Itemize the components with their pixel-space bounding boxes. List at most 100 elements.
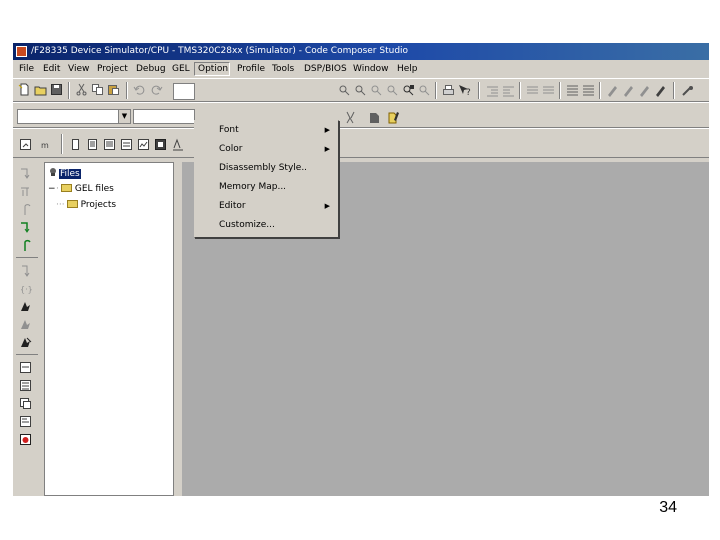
probe-point-icon[interactable] [638, 84, 651, 97]
copy-icon[interactable] [91, 83, 104, 96]
save-icon[interactable] [50, 83, 63, 96]
tree-connector: ··· [56, 200, 65, 210]
toolbar-separator [559, 82, 561, 99]
bookmark-next-icon[interactable] [418, 84, 431, 97]
project-combobox[interactable]: ▼ [17, 109, 131, 124]
menu-gel[interactable]: GEL [169, 62, 193, 76]
toolbar-separator [519, 82, 521, 99]
find-prev-icon[interactable] [370, 84, 383, 97]
uncomment-icon[interactable] [542, 84, 555, 97]
tree-item-projects[interactable]: ··· Projects [56, 199, 116, 211]
slide-page-number: 34 [659, 499, 677, 516]
undo-icon[interactable] [133, 83, 146, 96]
menu-edit[interactable]: Edit [40, 62, 63, 76]
profiler-icon[interactable] [171, 138, 184, 151]
chevron-down-icon[interactable]: ▼ [118, 110, 130, 123]
menu-view[interactable]: View [65, 62, 92, 76]
svg-text:m: m [41, 141, 49, 150]
project-root-icon [48, 167, 58, 177]
step-out-icon[interactable] [19, 203, 32, 216]
menu-project[interactable]: Project [94, 62, 131, 76]
comment-icon[interactable] [526, 84, 539, 97]
menu-item-editor[interactable]: Editor ▶ [195, 197, 338, 216]
project-toolbar: ▼ [13, 102, 709, 128]
window-title: /F28335 Device Simulator/CPU - TMS320C28… [31, 46, 409, 56]
rebuild-icon[interactable] [368, 111, 381, 124]
tree-item-files[interactable]: Files [48, 167, 81, 179]
find-icon[interactable] [338, 84, 351, 97]
menu-item-customize[interactable]: Customize... [195, 216, 338, 235]
title-bar[interactable]: /F28335 Device Simulator/CPU - TMS320C28… [13, 43, 709, 60]
disassembly-window-icon[interactable] [103, 138, 116, 151]
animate-icon[interactable] [19, 336, 32, 349]
menu-bar: File Edit View Project Debug GEL Option … [13, 61, 709, 77]
run-to-cursor-icon[interactable] [19, 221, 32, 234]
watch-icon[interactable] [69, 138, 82, 151]
indent-icon[interactable] [486, 84, 499, 97]
search-combobox[interactable] [173, 83, 195, 100]
list-alt-icon[interactable] [582, 84, 595, 97]
svg-text:{·}: {·} [20, 285, 32, 294]
cut-icon[interactable] [75, 83, 88, 96]
menu-profile[interactable]: Profile [234, 62, 268, 76]
register-icon[interactable] [19, 397, 32, 410]
menu-help[interactable]: Help [394, 62, 421, 76]
menu-option[interactable]: Option [194, 62, 230, 76]
graph-icon[interactable] [137, 138, 150, 151]
breakpoint-toggle-icon[interactable] [606, 84, 619, 97]
open-file-icon[interactable] [34, 83, 47, 96]
redo-icon[interactable] [150, 83, 163, 96]
assembly-step-into-icon[interactable] [19, 264, 32, 277]
submenu-arrow-icon: ▶ [324, 145, 330, 153]
help-icon[interactable]: ? [458, 84, 471, 97]
menu-dspbios[interactable]: DSP/BIOS [301, 62, 350, 76]
config-combobox[interactable] [133, 109, 195, 124]
menu-tools[interactable]: Tools [269, 62, 297, 76]
breakpoint-remove-icon[interactable] [622, 84, 635, 97]
new-file-icon[interactable] [18, 83, 31, 96]
build-options-icon[interactable] [344, 111, 357, 124]
debug-arrow-icon[interactable] [681, 84, 694, 97]
menu-item-font[interactable]: Font ▶ [195, 121, 338, 140]
menu-item-memory-map[interactable]: Memory Map... [195, 178, 338, 197]
tree-item-gel-files[interactable]: −· GEL files [48, 183, 114, 195]
halt-icon[interactable] [19, 318, 32, 331]
set-pc-icon[interactable] [19, 239, 32, 252]
registers-icon[interactable] [86, 138, 99, 151]
menu-item-label: Font [219, 125, 239, 135]
menu-item-color[interactable]: Color ▶ [195, 140, 338, 159]
step-over-icon[interactable] [19, 185, 32, 198]
mem-icon[interactable]: m [41, 138, 54, 151]
panel-splitter[interactable] [174, 162, 182, 496]
tree-item-label: Files [59, 169, 81, 179]
menu-window[interactable]: Window [350, 62, 392, 76]
expander-icon[interactable]: − [48, 183, 56, 195]
folder-icon [60, 184, 72, 192]
watch-window-icon[interactable] [19, 361, 32, 374]
menu-debug[interactable]: Debug [133, 62, 169, 76]
disassembly-icon[interactable] [19, 415, 32, 428]
menu-item-disassembly-style[interactable]: Disassembly Style.. [195, 159, 338, 178]
image-icon[interactable] [154, 138, 167, 151]
run-to-main-icon[interactable] [19, 138, 32, 151]
list-icon[interactable] [566, 84, 579, 97]
outdent-icon[interactable] [502, 84, 515, 97]
folder-icon [66, 200, 78, 208]
build-icon[interactable] [387, 111, 400, 124]
memory-window-icon[interactable] [120, 138, 133, 151]
find-next-icon[interactable] [354, 84, 367, 97]
paste-icon[interactable] [107, 83, 120, 96]
find-in-files-icon[interactable] [386, 84, 399, 97]
svg-text:?: ? [466, 88, 471, 97]
menu-file[interactable]: File [16, 62, 37, 76]
run-icon[interactable] [19, 300, 32, 313]
submenu-arrow-icon: ▶ [324, 202, 330, 210]
assembly-step-over-icon[interactable]: {·} [19, 282, 32, 295]
stop-icon[interactable] [19, 433, 32, 446]
print-icon[interactable] [442, 84, 455, 97]
app-icon[interactable] [16, 46, 27, 57]
bookmark-icon[interactable] [402, 84, 415, 97]
memory-window-icon[interactable] [19, 379, 32, 392]
probe-remove-icon[interactable] [654, 84, 667, 97]
step-into-icon[interactable] [19, 167, 32, 180]
